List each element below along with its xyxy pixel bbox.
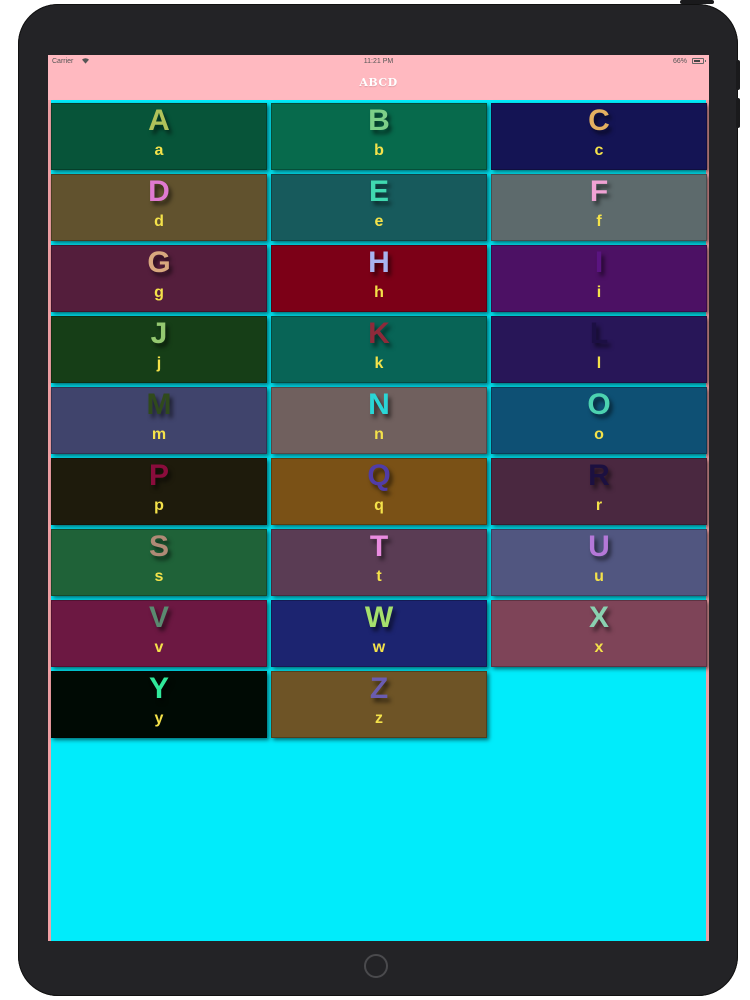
letter-tile-r[interactable]: Rr — [491, 458, 707, 525]
letter-tile-n[interactable]: Nn — [271, 387, 487, 454]
nav-title: ABCD — [359, 76, 398, 89]
uppercase-letter: T — [369, 530, 389, 563]
uppercase-letter: M — [146, 388, 172, 421]
uppercase-letter: P — [148, 459, 169, 492]
lowercase-letter: y — [154, 710, 164, 727]
lowercase-letter: r — [595, 497, 603, 514]
lowercase-letter: z — [375, 710, 383, 727]
letter-tile-v[interactable]: Vv — [51, 600, 267, 667]
lowercase-letter: i — [596, 284, 602, 301]
lowercase-letter: c — [594, 142, 604, 159]
letter-tile-d[interactable]: Dd — [51, 174, 267, 241]
app-screen: Carrier 11:21 PM 66% ABCD AaBbCcDdEeFfGg… — [48, 55, 709, 941]
lowercase-letter: t — [376, 568, 382, 585]
letter-tile-e[interactable]: Ee — [271, 174, 487, 241]
lowercase-letter: q — [374, 497, 384, 514]
lowercase-letter: k — [374, 355, 384, 372]
lowercase-letter: d — [154, 213, 164, 230]
letter-tile-s[interactable]: Ss — [51, 529, 267, 596]
letter-tile-z[interactable]: Zz — [271, 671, 487, 738]
uppercase-letter: Q — [367, 459, 391, 492]
lowercase-letter: j — [156, 355, 162, 372]
battery-icon — [692, 58, 706, 64]
letter-tile-a[interactable]: Aa — [51, 103, 267, 170]
lowercase-letter: m — [151, 426, 167, 443]
lowercase-letter: h — [374, 284, 384, 301]
uppercase-letter: J — [150, 317, 168, 350]
letter-tile-p[interactable]: Pp — [51, 458, 267, 525]
status-time: 11:21 PM — [363, 58, 394, 65]
uppercase-letter: D — [148, 175, 170, 208]
uppercase-letter: L — [589, 317, 609, 350]
lowercase-letter: v — [154, 639, 164, 656]
uppercase-letter: A — [148, 104, 170, 137]
uppercase-letter: H — [368, 246, 390, 279]
letter-tile-c[interactable]: Cc — [491, 103, 707, 170]
lowercase-letter: g — [154, 284, 164, 301]
lowercase-letter: x — [594, 639, 604, 656]
letter-tile-i[interactable]: Ii — [491, 245, 707, 312]
letter-tile-b[interactable]: Bb — [271, 103, 487, 170]
status-bar: Carrier 11:21 PM 66% — [48, 55, 709, 69]
volume-up-button — [736, 60, 740, 90]
home-button[interactable] — [364, 954, 388, 978]
letter-tile-q[interactable]: Qq — [271, 458, 487, 525]
lowercase-letter: u — [594, 568, 604, 585]
letter-tile-t[interactable]: Tt — [271, 529, 487, 596]
lowercase-letter: b — [374, 142, 384, 159]
battery-percent: 66% — [672, 58, 687, 65]
power-button — [680, 0, 714, 4]
letter-tile-m[interactable]: Mm — [51, 387, 267, 454]
nav-bar: ABCD — [48, 69, 709, 100]
uppercase-letter: Y — [148, 672, 169, 705]
uppercase-letter: O — [587, 388, 611, 421]
letter-tile-y[interactable]: Yy — [51, 671, 267, 738]
volume-down-button — [736, 98, 740, 128]
uppercase-letter: I — [594, 246, 604, 279]
uppercase-letter: Z — [369, 672, 389, 705]
letter-tile-o[interactable]: Oo — [491, 387, 707, 454]
letter-tile-k[interactable]: Kk — [271, 316, 487, 383]
lowercase-letter: n — [374, 426, 384, 443]
lowercase-letter: e — [374, 213, 384, 230]
letter-grid: AaBbCcDdEeFfGgHhIiJjKkLlMmNnOoPpQqRrSsTt… — [51, 103, 707, 738]
uppercase-letter: R — [588, 459, 610, 492]
lowercase-letter: s — [154, 568, 164, 585]
uppercase-letter: B — [368, 104, 390, 137]
uppercase-letter: E — [368, 175, 389, 208]
uppercase-letter: X — [588, 601, 609, 634]
uppercase-letter: S — [148, 530, 169, 563]
uppercase-letter: G — [147, 246, 171, 279]
letter-tile-l[interactable]: Ll — [491, 316, 707, 383]
letter-tile-u[interactable]: Uu — [491, 529, 707, 596]
uppercase-letter: N — [368, 388, 390, 421]
lowercase-letter: f — [596, 213, 602, 230]
letter-tile-j[interactable]: Jj — [51, 316, 267, 383]
letter-tile-x[interactable]: Xx — [491, 600, 707, 667]
letter-tile-h[interactable]: Hh — [271, 245, 487, 312]
letter-tile-f[interactable]: Ff — [491, 174, 707, 241]
letter-tile-g[interactable]: Gg — [51, 245, 267, 312]
uppercase-letter: F — [589, 175, 609, 208]
lowercase-letter: w — [372, 639, 386, 656]
lowercase-letter: a — [154, 142, 164, 159]
uppercase-letter: U — [588, 530, 610, 563]
uppercase-letter: W — [364, 601, 394, 634]
uppercase-letter: V — [148, 601, 169, 634]
lowercase-letter: l — [596, 355, 602, 372]
letter-tile-w[interactable]: Ww — [271, 600, 487, 667]
uppercase-letter: K — [368, 317, 390, 350]
lowercase-letter: p — [154, 497, 164, 514]
uppercase-letter: C — [588, 104, 610, 137]
lowercase-letter: o — [594, 426, 604, 443]
